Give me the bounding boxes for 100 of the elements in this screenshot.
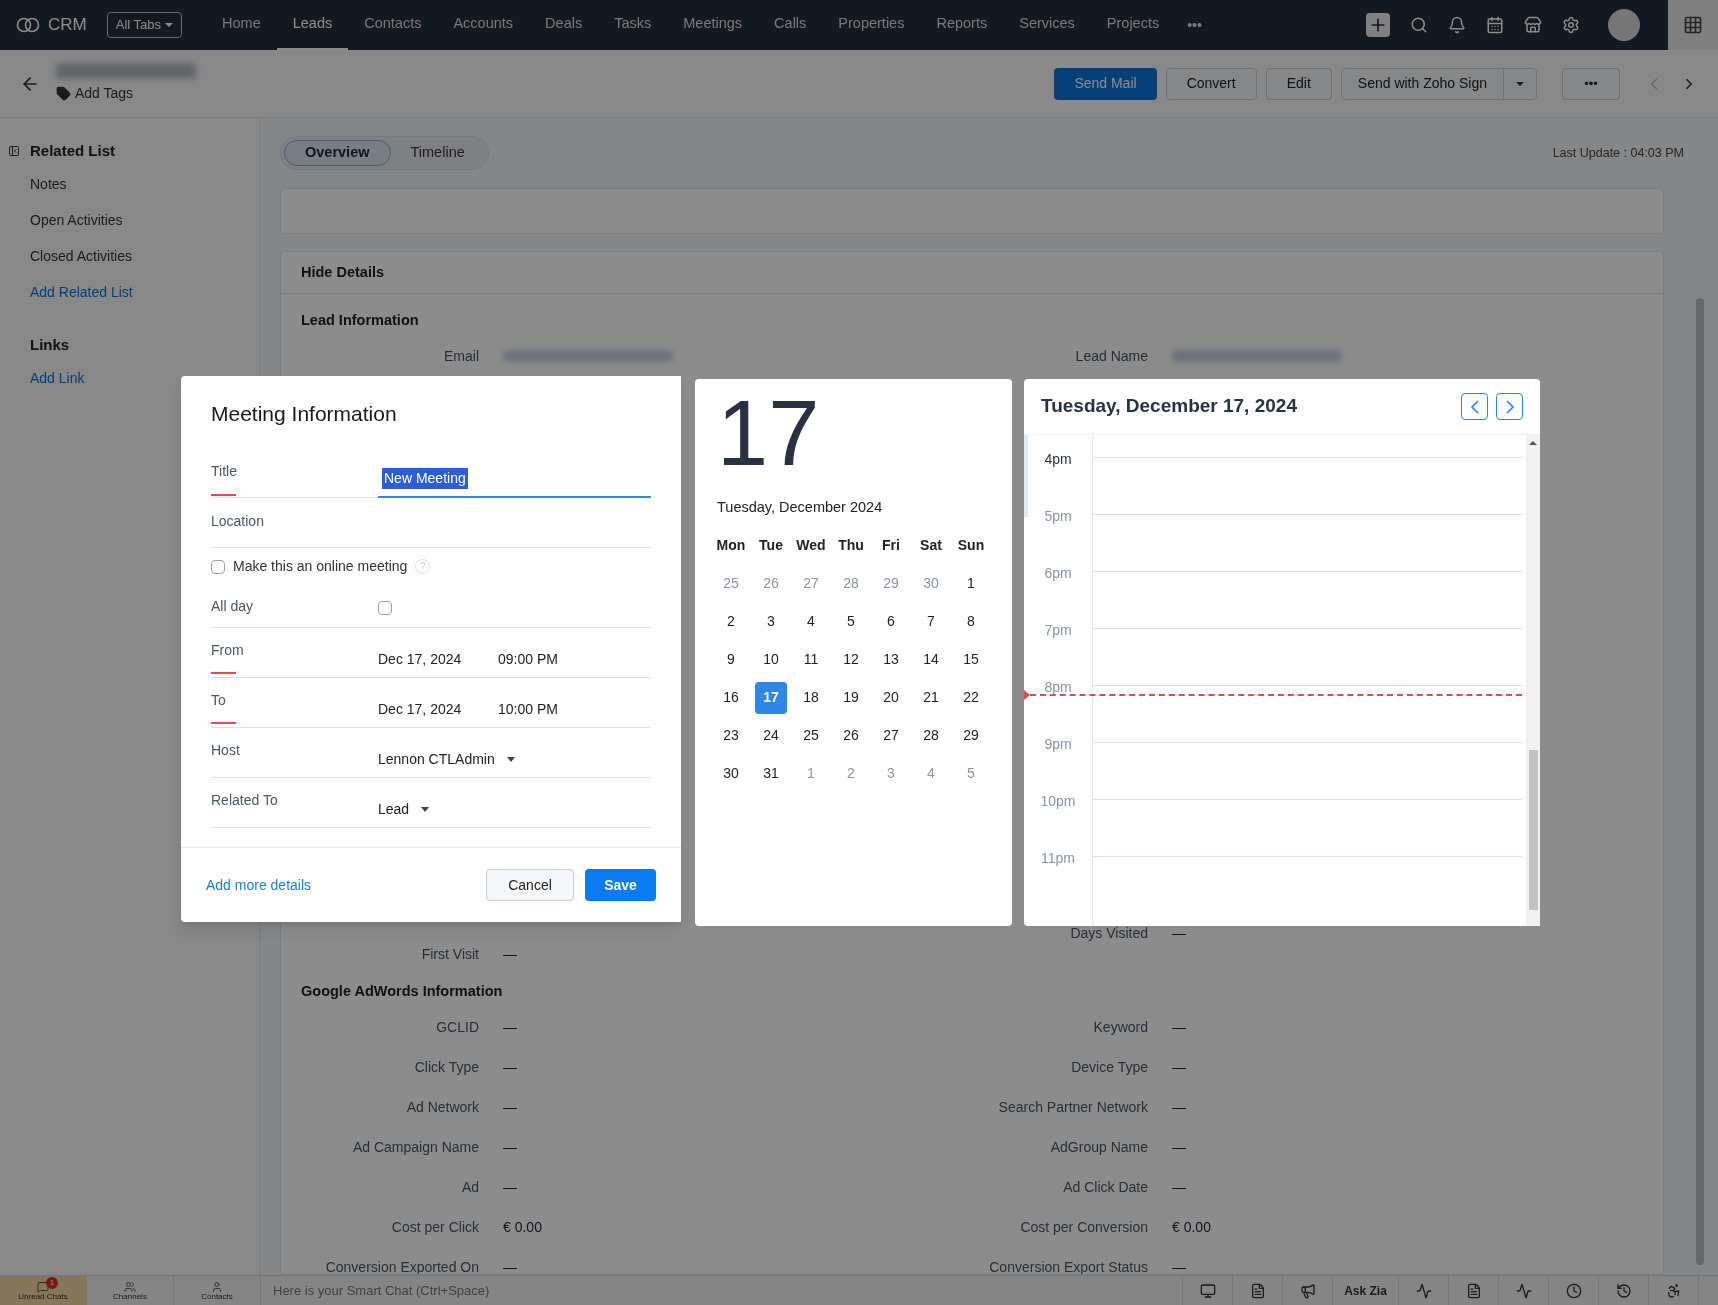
calendar-day[interactable]: 18 — [795, 681, 827, 714]
search-icon[interactable] — [1410, 16, 1428, 34]
calendar-day[interactable]: 5 — [955, 757, 987, 790]
sidebar-link[interactable]: Add Related List — [30, 281, 133, 303]
all-tabs-button[interactable]: All Tabs — [106, 12, 182, 38]
nav-tab[interactable]: Accounts — [437, 0, 530, 50]
calendar-day[interactable]: 28 — [915, 719, 947, 752]
calendar-day[interactable]: 13 — [875, 643, 907, 676]
nav-tab[interactable]: Reports — [920, 0, 1004, 50]
calendar-day[interactable]: 26 — [835, 719, 867, 752]
header-button[interactable]: Edit — [1265, 67, 1332, 100]
nav-tab[interactable]: Calls — [758, 0, 823, 50]
date-field[interactable]: Dec 17, 2024 — [378, 698, 498, 723]
calendar-day[interactable]: 17 — [755, 681, 787, 714]
calendar-day[interactable]: 5 — [835, 605, 867, 638]
calendar-day[interactable]: 7 — [915, 605, 947, 638]
view-tab[interactable]: Overview — [284, 140, 391, 166]
calendar-icon[interactable] — [1486, 16, 1504, 34]
view-tab[interactable]: Timeline — [390, 140, 485, 166]
calendar-day[interactable]: 29 — [955, 719, 987, 752]
smart-chat-field[interactable]: Here is your Smart Chat (Ctrl+Space) — [261, 1276, 1182, 1305]
calendar-day[interactable]: 27 — [795, 567, 827, 600]
add-tags-button[interactable]: Add Tags — [56, 83, 196, 104]
select-field[interactable]: Lennon CTLAdmin — [378, 748, 515, 773]
nav-tab[interactable]: Projects — [1090, 0, 1176, 50]
store-icon[interactable] — [1524, 16, 1542, 34]
collapse-icon[interactable] — [8, 145, 20, 157]
calendar-day[interactable]: 14 — [915, 643, 947, 676]
calendar-day[interactable]: 28 — [835, 567, 867, 600]
hide-details-toggle[interactable]: Hide Details — [301, 261, 384, 284]
text-field[interactable]: New Meeting — [378, 461, 651, 498]
calendar-day[interactable]: 2 — [835, 757, 867, 790]
header-button[interactable]: Convert — [1165, 67, 1257, 100]
chat-tab[interactable]: Channels — [87, 1276, 174, 1305]
time-field[interactable]: 10:00 PM — [498, 698, 558, 723]
add-more-details-link[interactable]: Add more details — [206, 874, 312, 896]
chat-tab[interactable]: Contacts — [174, 1276, 261, 1305]
calendar-day[interactable]: 6 — [875, 605, 907, 638]
nav-tab[interactable]: Properties — [822, 0, 921, 50]
calendar-day[interactable]: 31 — [755, 757, 787, 790]
nav-tab[interactable]: Home — [206, 0, 277, 50]
save-button[interactable]: Save — [585, 869, 656, 901]
sidebar-item[interactable]: Open Activities — [30, 209, 123, 231]
calendar-day[interactable]: 1 — [955, 567, 987, 600]
calendar-day[interactable]: 22 — [955, 681, 987, 714]
calendar-day[interactable]: 4 — [795, 605, 827, 638]
add-icon[interactable] — [1366, 13, 1390, 37]
calendar-day[interactable]: 10 — [755, 643, 787, 676]
nav-tab[interactable]: Services — [1003, 0, 1091, 50]
calendar-day[interactable]: 24 — [755, 719, 787, 752]
send-mail-button[interactable]: Send Mail — [1054, 67, 1157, 100]
calendar-day[interactable]: 2 — [715, 605, 747, 638]
calendar-day[interactable]: 26 — [755, 567, 787, 600]
calendar-day[interactable]: 11 — [795, 643, 827, 676]
sidebar-item[interactable]: Notes — [30, 173, 67, 195]
next-day-button[interactable] — [1496, 393, 1523, 420]
more-tabs-button[interactable]: ••• — [1175, 0, 1214, 50]
calendar-day[interactable]: 12 — [835, 643, 867, 676]
calendar-day[interactable]: 21 — [915, 681, 947, 714]
calendar-day[interactable]: 30 — [915, 567, 947, 600]
checkbox[interactable] — [378, 601, 392, 615]
ask-zia-button[interactable]: Ask Zia — [1332, 1276, 1398, 1305]
nav-tab[interactable]: Tasks — [598, 0, 668, 50]
sidebar-link[interactable]: Add Link — [30, 367, 85, 389]
time-field[interactable]: 09:00 PM — [498, 648, 558, 673]
field-value: — — [503, 1137, 517, 1157]
sidebar-item[interactable]: Closed Activities — [30, 245, 132, 267]
apps-grid-icon[interactable] — [1668, 0, 1718, 50]
nav-tab[interactable]: Meetings — [667, 0, 759, 50]
calendar-day[interactable]: 4 — [915, 757, 947, 790]
field-label: GCLID — [435, 1017, 480, 1037]
calendar-day[interactable]: 29 — [875, 567, 907, 600]
calendar-day[interactable]: 16 — [715, 681, 747, 714]
calendar-day[interactable]: 27 — [875, 719, 907, 752]
previous-day-button[interactable] — [1461, 393, 1488, 420]
calendar-day[interactable]: 8 — [955, 605, 987, 638]
calendar-day[interactable]: 3 — [875, 757, 907, 790]
calendar-day[interactable]: 19 — [835, 681, 867, 714]
calendar-day[interactable]: 25 — [795, 719, 827, 752]
nav-tab[interactable]: Contacts — [348, 0, 438, 50]
calendar-day[interactable]: 25 — [715, 567, 747, 600]
calendar-day[interactable]: 1 — [795, 757, 827, 790]
avatar[interactable] — [1608, 9, 1640, 41]
select-field[interactable]: Lead — [378, 798, 430, 823]
nav-tab[interactable]: Deals — [529, 0, 599, 50]
calendar-day[interactable]: 23 — [715, 719, 747, 752]
split-button-label[interactable]: Send with Zoho Sign — [1341, 68, 1504, 99]
calendar-day[interactable]: 9 — [715, 643, 747, 676]
more-button[interactable]: ••• — [1562, 67, 1620, 100]
calendar-day[interactable]: 20 — [875, 681, 907, 714]
calendar-day[interactable]: 3 — [755, 605, 787, 638]
calendar-day[interactable]: 15 — [955, 643, 987, 676]
checkbox[interactable] — [211, 559, 225, 574]
split-button[interactable]: Send with Zoho Sign — [1340, 67, 1537, 100]
calendar-day[interactable]: 30 — [715, 757, 747, 790]
settings-icon[interactable] — [1562, 16, 1580, 34]
bell-icon[interactable] — [1448, 16, 1466, 34]
chat-tab[interactable]: Unread Chats 1 — [0, 1276, 87, 1305]
cancel-button[interactable]: Cancel — [486, 869, 574, 901]
date-field[interactable]: Dec 17, 2024 — [378, 648, 498, 673]
